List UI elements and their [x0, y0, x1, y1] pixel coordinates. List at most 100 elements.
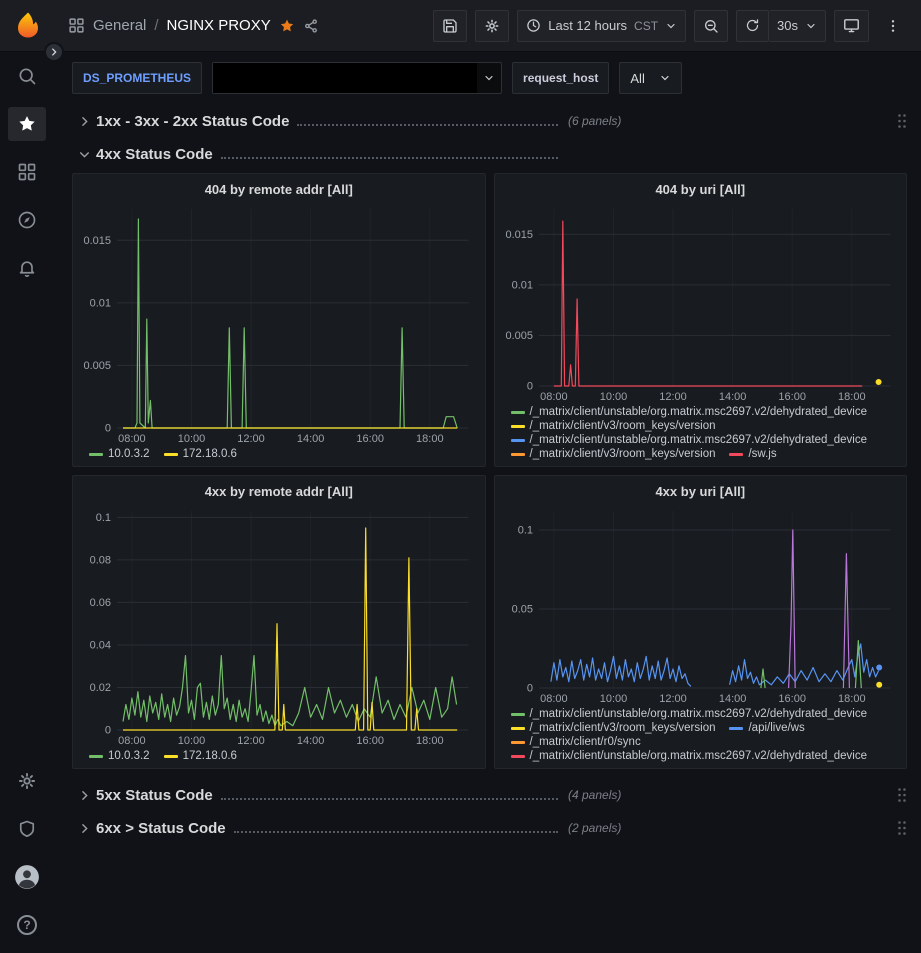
chevron-right-icon [72, 822, 96, 835]
favorite-star-icon[interactable] [279, 18, 295, 34]
panel-count: (2 panels) [568, 821, 621, 835]
chevron-down-icon [805, 20, 817, 32]
legend-item[interactable]: 172.18.0.6 [164, 448, 237, 460]
sidebar-item-profile[interactable] [0, 853, 54, 901]
star-icon [17, 114, 37, 134]
svg-text:16:00: 16:00 [778, 693, 806, 705]
kiosk-mode-button[interactable] [834, 10, 869, 42]
gear-icon [17, 771, 37, 791]
svg-text:14:00: 14:00 [297, 433, 325, 445]
request-host-variable-label[interactable]: request_host [512, 62, 609, 94]
time-series-chart[interactable]: 08:0010:0012:0014:0016:0018:0000.0050.01… [501, 199, 901, 404]
svg-text:0: 0 [105, 725, 111, 737]
legend-label: /sw.js [748, 448, 776, 460]
svg-text:12:00: 12:00 [237, 433, 265, 445]
sidebar-item-search[interactable] [0, 52, 54, 100]
sidebar-item-server-admin[interactable] [0, 805, 54, 853]
legend-item[interactable]: /api/live/ws [729, 722, 804, 734]
legend-item[interactable]: /_matrix/client/unstable/org.matrix.msc2… [511, 406, 868, 418]
sidebar-item-starred[interactable] [0, 100, 54, 148]
sidebar-item-alerting[interactable] [0, 244, 54, 292]
datasource-variable-label[interactable]: DS_PROMETHEUS [72, 62, 202, 94]
clock-icon [526, 18, 541, 33]
top-header: General / NGINX PROXY Last 12 hours CST [0, 0, 921, 52]
legend-item[interactable]: /_matrix/client/r0/sync [511, 736, 641, 748]
breadcrumb-section[interactable]: General [93, 17, 146, 34]
breadcrumb-separator: / [154, 17, 158, 34]
drag-handle-icon[interactable] [897, 113, 907, 129]
svg-text:14:00: 14:00 [718, 693, 746, 705]
panel-title[interactable]: 404 by remote addr [All] [79, 178, 479, 199]
chevron-down-icon [665, 20, 677, 32]
sidebar-item-dashboards[interactable] [0, 148, 54, 196]
sidebar-bottom: ? [0, 757, 54, 949]
drag-handle-icon[interactable] [897, 787, 907, 803]
save-dashboard-button[interactable] [433, 10, 467, 42]
bell-icon [17, 258, 37, 278]
refresh-interval-label: 30s [777, 18, 798, 33]
row-1xx-3xx-2xx-status-code[interactable]: 1xx - 3xx - 2xx Status Code (6 panels) [72, 107, 907, 135]
legend-item[interactable]: /_matrix/client/v3/room_keys/version [511, 722, 716, 734]
time-range-picker[interactable]: Last 12 hours CST [517, 10, 686, 42]
svg-text:18:00: 18:00 [416, 735, 444, 747]
time-series-chart[interactable]: 08:0010:0012:0014:0016:0018:0000.0050.01… [79, 199, 479, 446]
svg-text:12:00: 12:00 [659, 391, 687, 403]
refresh-button[interactable] [736, 10, 769, 42]
legend-swatch [729, 727, 743, 730]
row-title: 5xx Status Code [96, 787, 213, 804]
refresh-interval-dropdown[interactable]: 30s [769, 10, 826, 42]
variables-bar: DS_PROMETHEUS request_host All [72, 52, 907, 102]
svg-text:0.015: 0.015 [83, 235, 111, 247]
zoom-out-icon [703, 18, 719, 34]
legend-item[interactable]: /_matrix/client/unstable/org.matrix.msc2… [511, 434, 868, 446]
datasource-value-dropdown[interactable] [212, 62, 502, 94]
row-4xx-status-code[interactable]: 4xx Status Code [72, 140, 907, 168]
share-icon[interactable] [303, 18, 319, 34]
chevron-right-icon [72, 789, 96, 802]
breadcrumb: General / NGINX PROXY [68, 17, 319, 34]
time-series-chart[interactable]: 08:0010:0012:0014:0016:0018:0000.020.040… [79, 501, 479, 748]
legend-item[interactable]: /_matrix/client/unstable/org.matrix.msc2… [511, 750, 868, 762]
row-6xx-status-code[interactable]: 6xx > Status Code (2 panels) [72, 814, 907, 842]
legend-item[interactable]: /sw.js [729, 448, 776, 460]
legend-item[interactable]: 10.0.3.2 [89, 750, 150, 762]
legend-item[interactable]: /_matrix/client/v3/room_keys/version [511, 420, 716, 432]
panel-title[interactable]: 404 by uri [All] [501, 178, 901, 199]
svg-text:14:00: 14:00 [718, 391, 746, 403]
legend-swatch [511, 439, 525, 442]
legend-label: /_matrix/client/r0/sync [530, 736, 641, 748]
legend-label: /api/live/ws [748, 722, 804, 734]
breadcrumb-dashboard-title[interactable]: NGINX PROXY [167, 17, 271, 34]
legend-label: /_matrix/client/unstable/org.matrix.msc2… [530, 708, 868, 720]
save-icon [442, 18, 458, 34]
legend-swatch [511, 741, 525, 744]
svg-text:0: 0 [105, 423, 111, 435]
legend-item[interactable]: /_matrix/client/v3/room_keys/version [511, 448, 716, 460]
svg-text:0.005: 0.005 [83, 360, 111, 372]
sidebar-collapse-button[interactable] [44, 42, 64, 62]
sidebar-item-explore[interactable] [0, 196, 54, 244]
more-options-button[interactable] [877, 10, 909, 42]
panel-title[interactable]: 4xx by remote addr [All] [79, 480, 479, 501]
time-series-chart[interactable]: 08:0010:0012:0014:0016:0018:0000.050.1 [501, 501, 901, 706]
legend-swatch [89, 755, 103, 758]
svg-text:10:00: 10:00 [599, 693, 627, 705]
sidebar-item-configuration[interactable] [0, 757, 54, 805]
legend-item[interactable]: 10.0.3.2 [89, 448, 150, 460]
panel-title[interactable]: 4xx by uri [All] [501, 480, 901, 501]
legend-item[interactable]: /_matrix/client/unstable/org.matrix.msc2… [511, 708, 868, 720]
legend-label: 10.0.3.2 [108, 448, 150, 460]
dashboard-settings-button[interactable] [475, 10, 509, 42]
sidebar-item-help[interactable]: ? [0, 901, 54, 949]
drag-handle-icon[interactable] [897, 820, 907, 836]
legend-label: /_matrix/client/unstable/org.matrix.msc2… [530, 434, 868, 446]
row-5xx-status-code[interactable]: 5xx Status Code (4 panels) [72, 781, 907, 809]
header-actions: Last 12 hours CST 30s [433, 10, 909, 42]
legend-swatch [164, 453, 178, 456]
legend-item[interactable]: 172.18.0.6 [164, 750, 237, 762]
zoom-out-button[interactable] [694, 10, 728, 42]
grafana-logo-icon[interactable] [13, 10, 43, 40]
legend-swatch [729, 453, 743, 456]
svg-text:08:00: 08:00 [540, 391, 568, 403]
request-host-value-dropdown[interactable]: All [619, 62, 681, 94]
